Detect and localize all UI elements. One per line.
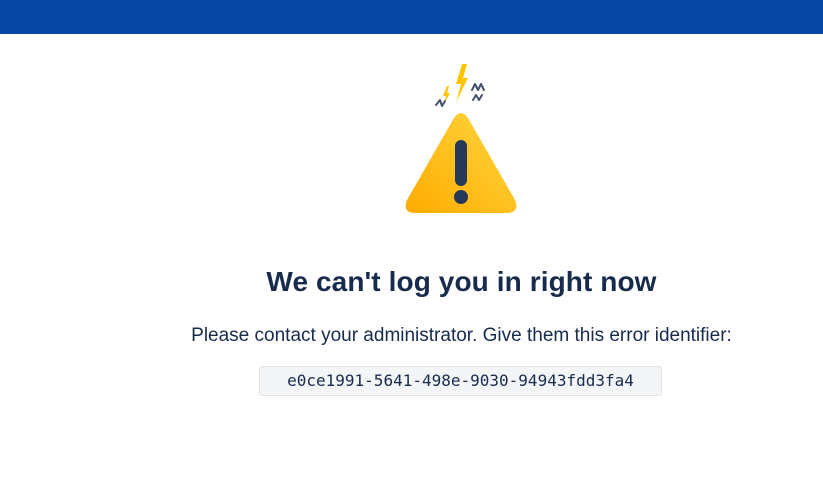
error-message: Please contact your administrator. Give …: [191, 325, 732, 346]
error-content: We can't log you in right now Please con…: [0, 0, 823, 500]
lightning-bolt-icon: [456, 64, 468, 102]
error-identifier-code[interactable]: e0ce1991-5641-498e-9030-94943fdd3fa4: [259, 366, 662, 396]
error-title: We can't log you in right now: [266, 266, 657, 297]
warning-triangle-icon: [396, 60, 526, 220]
